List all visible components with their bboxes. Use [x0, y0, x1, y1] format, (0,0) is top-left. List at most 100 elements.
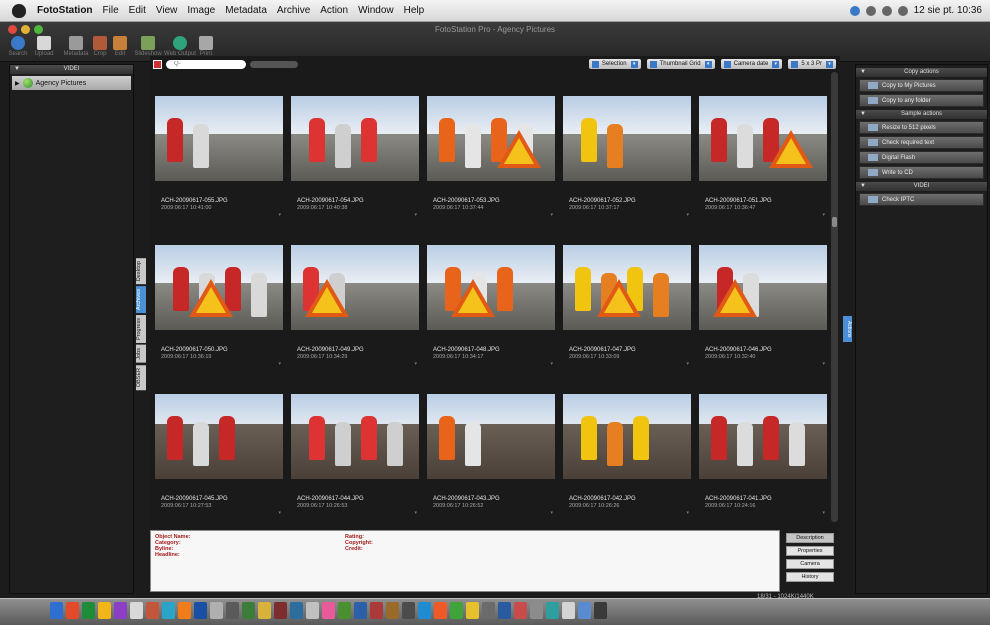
- thumbnail-cell[interactable]: ACH-20090617-055.JPG 2009:06:17 10:41:00 ▾: [155, 96, 283, 232]
- action-item[interactable]: Check IPTC: [859, 193, 984, 206]
- dock-app-icon[interactable]: [434, 602, 447, 619]
- thumbnail-menu-icon[interactable]: ▾: [822, 361, 825, 367]
- dock-app-icon[interactable]: [306, 602, 319, 619]
- thumbnail-image[interactable]: [155, 96, 283, 181]
- thumbnail-scrollbar[interactable]: [831, 72, 838, 522]
- action-item[interactable]: Check required text: [859, 136, 984, 149]
- action-item[interactable]: Write to CD: [859, 166, 984, 179]
- thumbnail-cell[interactable]: ACH-20090617-051.JPG 2009:06:17 10:36:47 ▾: [699, 96, 827, 232]
- thumbnail-cell[interactable]: ACH-20090617-042.JPG 2009:06:17 10:26:26 ▾: [563, 394, 691, 530]
- thumbnail-image[interactable]: [291, 96, 419, 181]
- thumbnail-menu-icon[interactable]: ▾: [278, 510, 281, 516]
- menu-edit[interactable]: Edit: [124, 5, 151, 16]
- clock[interactable]: 12 sie pt. 10:36: [914, 5, 982, 16]
- thumbnail-menu-icon[interactable]: ▾: [686, 510, 689, 516]
- dock-app-icon[interactable]: [530, 602, 543, 619]
- thumbnail-image[interactable]: [291, 394, 419, 479]
- thumbnail-menu-icon[interactable]: ▾: [822, 212, 825, 218]
- scrollbar-thumb[interactable]: [832, 217, 837, 227]
- tab-archives[interactable]: Archives: [136, 286, 146, 314]
- action-item[interactable]: Copy to My Pictures: [859, 79, 984, 92]
- selection-dropdown[interactable]: Selection ▾: [588, 59, 641, 69]
- dock-app-icon[interactable]: [562, 602, 575, 619]
- menu-file[interactable]: File: [98, 5, 124, 16]
- tab-properties[interactable]: Properties: [786, 546, 834, 556]
- dock-app-icon[interactable]: [498, 602, 511, 619]
- thumbnail-image[interactable]: [563, 394, 691, 479]
- collapse-icon[interactable]: ▼: [14, 65, 20, 74]
- thumbnail-cell[interactable]: ACH-20090617-053.JPG 2009:06:17 10:37:44 ▾: [427, 96, 555, 232]
- tab-progress[interactable]: Progress: [136, 315, 146, 344]
- tab-description[interactable]: Description: [786, 533, 834, 543]
- thumbnail-image[interactable]: [563, 245, 691, 330]
- thumbnail-image[interactable]: [699, 96, 827, 181]
- tab-history[interactable]: History: [786, 572, 834, 582]
- thumbnail-cell[interactable]: ACH-20090617-054.JPG 2009:06:17 10:40:38 ▾: [291, 96, 419, 232]
- thumbnail-menu-icon[interactable]: ▾: [278, 212, 281, 218]
- dock-app-icon[interactable]: [162, 602, 175, 619]
- dock-app-icon[interactable]: [514, 602, 527, 619]
- sort-dropdown[interactable]: Camera date ▾: [720, 59, 783, 69]
- menu-action[interactable]: Action: [315, 5, 353, 16]
- action-item[interactable]: Digital Flash: [859, 151, 984, 164]
- thumbnail-cell[interactable]: ACH-20090617-047.JPG 2009:06:17 10:33:09 ▾: [563, 245, 691, 381]
- action-section-header[interactable]: ▼ VIDEI: [856, 182, 987, 191]
- tab-obser[interactable]: OBSER: [136, 364, 146, 391]
- archive-item-agency-pictures[interactable]: ▶ Agency Pictures: [12, 76, 131, 90]
- dock-app-icon[interactable]: [290, 602, 303, 619]
- collapse-icon[interactable]: ▼: [860, 182, 866, 191]
- dock-app-icon[interactable]: [466, 602, 479, 619]
- dock-app-icon[interactable]: [594, 602, 607, 619]
- search-input[interactable]: [166, 59, 246, 69]
- tab-jobs[interactable]: Jobs: [136, 345, 146, 363]
- menu-window[interactable]: Window: [353, 5, 399, 16]
- thumbnail-menu-icon[interactable]: ▾: [550, 361, 553, 367]
- archives-panel-header[interactable]: ▼ VIDEI: [10, 65, 133, 74]
- thumbnail-menu-icon[interactable]: ▾: [278, 361, 281, 367]
- dock-app-icon[interactable]: [98, 602, 111, 619]
- menu-help[interactable]: Help: [399, 5, 430, 16]
- thumbnail-menu-icon[interactable]: ▾: [550, 510, 553, 516]
- menu-view[interactable]: View: [151, 5, 183, 16]
- dock-app-icon[interactable]: [450, 602, 463, 619]
- tab-camera[interactable]: Camera: [786, 559, 834, 569]
- layout-dropdown[interactable]: 5 x 3 Pr ▾: [788, 59, 836, 69]
- menu-archive[interactable]: Archive: [272, 5, 315, 16]
- toolbar-edit-button[interactable]: Edit: [108, 36, 132, 60]
- thumbnail-image[interactable]: [563, 96, 691, 181]
- thumbnail-image[interactable]: [427, 245, 555, 330]
- thumbnail-cell[interactable]: ACH-20090617-043.JPG 2009:06:17 10:26:52 ▾: [427, 394, 555, 530]
- dock-app-icon[interactable]: [482, 602, 495, 619]
- dock-app-icon[interactable]: [274, 602, 287, 619]
- thumbnail-cell[interactable]: ACH-20090617-049.JPG 2009:06:17 10:34:29 ▾: [291, 245, 419, 381]
- thumbnail-image[interactable]: [155, 394, 283, 479]
- thumbnail-menu-icon[interactable]: ▾: [686, 361, 689, 367]
- action-item[interactable]: Copy to any folder: [859, 94, 984, 107]
- dock-app-icon[interactable]: [338, 602, 351, 619]
- dock-app-icon[interactable]: [386, 602, 399, 619]
- thumbnail-image[interactable]: [699, 394, 827, 479]
- thumbnail-menu-icon[interactable]: ▾: [414, 212, 417, 218]
- menu-app-name[interactable]: FotoStation: [32, 5, 98, 16]
- dock-app-icon[interactable]: [546, 602, 559, 619]
- dock-app-icon[interactable]: [50, 602, 63, 619]
- menu-image[interactable]: Image: [182, 5, 220, 16]
- sync-icon[interactable]: [849, 5, 860, 16]
- dock-app-icon[interactable]: [402, 602, 415, 619]
- thumbnail-menu-icon[interactable]: ▾: [414, 361, 417, 367]
- dock-app-icon[interactable]: [354, 602, 367, 619]
- action-section-header[interactable]: ▼ Sample actions: [856, 110, 987, 119]
- action-item[interactable]: Resize to 512 pixels: [859, 121, 984, 134]
- dock-app-icon[interactable]: [258, 602, 271, 619]
- search-scope-field[interactable]: [250, 60, 298, 68]
- dock-app-icon[interactable]: [146, 602, 159, 619]
- volume-icon[interactable]: [897, 5, 908, 16]
- thumbnail-image[interactable]: [155, 245, 283, 330]
- collapse-icon[interactable]: ▼: [860, 110, 866, 119]
- thumbnail-image[interactable]: [699, 245, 827, 330]
- close-filter-icon[interactable]: [153, 59, 162, 69]
- apple-icon[interactable]: [12, 3, 26, 18]
- thumbnail-image[interactable]: [291, 245, 419, 330]
- tab-actions[interactable]: Actions: [843, 316, 852, 342]
- menu-metadata[interactable]: Metadata: [220, 5, 272, 16]
